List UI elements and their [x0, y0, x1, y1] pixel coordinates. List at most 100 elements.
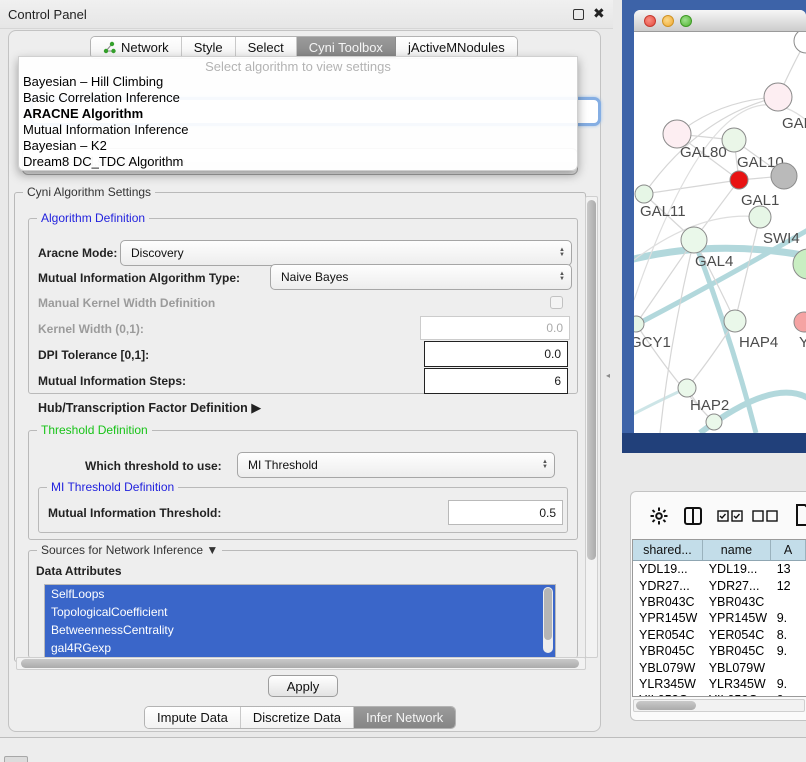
split-columns-icon[interactable]: [683, 506, 703, 526]
threshold-definition-title: Threshold Definition: [37, 423, 152, 437]
algorithm-option[interactable]: Dream8 DC_TDC Algorithm: [19, 154, 577, 170]
float-window-icon[interactable]: [573, 9, 584, 20]
algorithm-option[interactable]: Basic Correlation Inference: [19, 90, 577, 106]
settings-vertical-scrollbar[interactable]: [585, 196, 598, 658]
network-node-gcy1[interactable]: [634, 316, 644, 332]
tab-cyni-toolbox[interactable]: Cyni Toolbox: [297, 37, 396, 58]
table-row[interactable]: YDR27...YDR27...12: [633, 577, 806, 593]
stepper-icon: ▲▼: [542, 460, 548, 470]
sources-group-title[interactable]: Sources for Network Inference ▼: [37, 543, 222, 557]
network-node-hap4[interactable]: [724, 310, 746, 332]
algorithm-option[interactable]: Bayesian – Hill Climbing: [19, 74, 577, 90]
network-node-gal1[interactable]: [730, 171, 748, 189]
table-cell: 9.: [771, 644, 806, 658]
network-edge[interactable]: [687, 321, 735, 388]
mi-type-combobox[interactable]: Naive Bayes ▲▼: [270, 264, 572, 290]
network-edge[interactable]: [644, 180, 739, 194]
checked-pair-icon[interactable]: [717, 510, 743, 522]
tab-label: Select: [248, 40, 284, 55]
unchecked-pair-icon[interactable]: [752, 510, 778, 522]
splitter-handle[interactable]: ◂: [606, 371, 610, 380]
tab-impute-data[interactable]: Impute Data: [145, 707, 241, 728]
gear-icon[interactable]: [649, 506, 669, 526]
corner-button[interactable]: [4, 756, 28, 762]
which-threshold-combobox[interactable]: MI Threshold ▲▼: [237, 452, 555, 478]
algorithm-option[interactable]: ARACNE Algorithm: [19, 106, 577, 122]
attribute-list-scrollbar[interactable]: [543, 587, 553, 653]
collapse-arrow-icon: ▼: [206, 543, 218, 557]
attribute-list-item[interactable]: BetweennessCentrality: [45, 621, 555, 639]
network-window-titlebar[interactable]: [634, 10, 806, 32]
attribute-list-item[interactable]: gal4RGexp: [45, 639, 555, 657]
network-frame-bottom-band: [622, 433, 806, 453]
node-label: GCY1: [634, 334, 671, 351]
attribute-list-item[interactable]: SelfLoops: [45, 585, 555, 603]
settings-horizontal-scrollbar[interactable]: [16, 657, 586, 670]
table-row[interactable]: YER054CYER054C8.: [633, 627, 806, 643]
network-node-y[interactable]: [794, 312, 806, 332]
network-node[interactable]: [706, 414, 722, 430]
network-node[interactable]: [794, 32, 806, 53]
data-attributes-list[interactable]: SelfLoopsTopologicalCoefficientBetweenne…: [44, 584, 556, 658]
network-node-gal11[interactable]: [635, 185, 653, 203]
network-node-swi4[interactable]: [749, 206, 771, 228]
kernel-width-field[interactable]: 0.0: [420, 316, 570, 340]
attribute-list-item[interactable]: TopologicalCoefficient: [45, 603, 555, 621]
algorithm-option[interactable]: Bayesian – K2: [19, 138, 577, 154]
apply-button[interactable]: Apply: [268, 675, 338, 697]
algorithm-option[interactable]: Mutual Information Inference: [19, 122, 577, 138]
tab-network[interactable]: Network: [91, 37, 182, 58]
table-row[interactable]: YIL052CYIL052C9: [633, 692, 806, 697]
tab-jactivemnodules[interactable]: jActiveMNodules: [396, 37, 517, 58]
network-canvas[interactable]: GALGAL80GAL10GAL1SWI4GAL11GAL4GCY1HAP4YH…: [634, 32, 806, 433]
network-node-gal4[interactable]: [681, 227, 707, 253]
page-icon[interactable]: [796, 504, 806, 526]
data-attributes-label: Data Attributes: [36, 564, 122, 578]
table-row[interactable]: YBR045CYBR045C9.: [633, 643, 806, 659]
network-node-gal10[interactable]: [722, 128, 746, 152]
bottom-tab-bar: Impute DataDiscretize DataInfer Network: [144, 706, 456, 729]
column-header-1[interactable]: shared...: [633, 540, 703, 560]
mi-threshold-field[interactable]: 0.5: [448, 500, 563, 525]
kernel-width-label: Kernel Width (0,1):: [38, 322, 144, 336]
close-traffic-light-icon[interactable]: [644, 15, 656, 27]
hub-definition-expander[interactable]: Hub/Transcription Factor Definition ▶: [38, 400, 261, 416]
close-icon[interactable]: ✖: [593, 5, 605, 22]
table-row[interactable]: YLR345WYLR345W9.: [633, 676, 806, 692]
tab-label: Network: [121, 40, 169, 55]
column-header-2[interactable]: name: [703, 540, 771, 560]
stepper-icon: ▲▼: [559, 248, 565, 258]
mi-steps-field[interactable]: 6: [424, 368, 568, 394]
network-node-gal[interactable]: [764, 83, 792, 111]
tab-style[interactable]: Style: [182, 37, 236, 58]
tab-infer-network[interactable]: Infer Network: [354, 707, 455, 728]
table-row[interactable]: YBR043CYBR043C: [633, 594, 806, 610]
tab-discretize-data[interactable]: Discretize Data: [241, 707, 354, 728]
which-threshold-value: MI Threshold: [248, 458, 318, 472]
table-cell: 9.: [771, 677, 806, 691]
network-edge[interactable]: [677, 97, 778, 134]
aracne-mode-value: Discovery: [131, 246, 184, 260]
table-row[interactable]: YBL079WYBL079W: [633, 659, 806, 675]
table-horizontal-scrollbar[interactable]: [633, 699, 805, 712]
network-node-hap2[interactable]: [678, 379, 696, 397]
minimize-traffic-light-icon[interactable]: [662, 15, 674, 27]
aracne-mode-combobox[interactable]: Discovery ▲▼: [120, 240, 572, 266]
mi-threshold-group-title: MI Threshold Definition: [47, 480, 178, 494]
dpi-tolerance-field[interactable]: 0.0: [424, 341, 568, 367]
table-cell: YER054C: [633, 628, 703, 642]
network-node[interactable]: [771, 163, 797, 189]
zoom-traffic-light-icon[interactable]: [680, 15, 692, 27]
table-cell: YBR043C: [633, 595, 703, 609]
table-cell: 8.: [771, 628, 806, 642]
table-row[interactable]: YPR145WYPR145W9.: [633, 610, 806, 626]
manual-kernel-checkbox[interactable]: [550, 296, 563, 309]
node-label: SWI4: [763, 230, 800, 247]
table-cell: YIL052C: [703, 693, 771, 697]
table-row[interactable]: YDL19...YDL19...13: [633, 561, 806, 577]
algorithm-definition-title: Algorithm Definition: [37, 211, 149, 225]
tab-select[interactable]: Select: [236, 37, 297, 58]
table-cell: 9.: [771, 611, 806, 625]
column-header-3[interactable]: A: [771, 540, 806, 560]
node-label: GAL11: [640, 203, 686, 220]
